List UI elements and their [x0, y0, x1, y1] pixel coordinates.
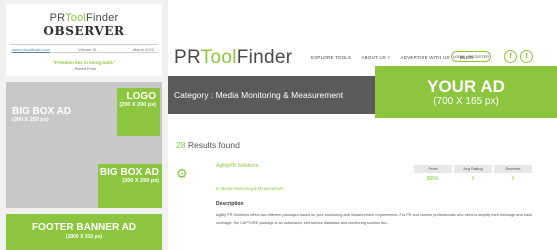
- newsletter-quote: "Freedom lies in being bold.": [52, 60, 116, 65]
- newsletter-logo-post: Finder: [86, 12, 119, 24]
- footer-banner-ad-title: FOOTER BANNER AD: [31, 222, 137, 233]
- big-box-ad-2-size: (300 X 250 px): [122, 178, 159, 184]
- category-title: Category : Media Monitoring & Measuremen…: [174, 90, 344, 100]
- company-category: In Media Monitoring & Measurement: [216, 186, 284, 191]
- big-box-ad-1-title: BIG BOX AD: [12, 106, 72, 117]
- facebook-icon[interactable]: f: [504, 50, 517, 63]
- newsletter-volume: Volume 61: [78, 47, 97, 52]
- newsletter-header: PRToolFinder OBSERVER www.prtoolfinder.c…: [6, 4, 162, 76]
- newsletter-ad-area: LOGO (200 X 200 px) BIG BOX AD (300 X 25…: [6, 82, 162, 208]
- your-ad-slot[interactable]: YOUR AD (700 X 165 px): [375, 66, 557, 118]
- big-box-ad-slot-1[interactable]: BIG BOX AD (300 X 250 px): [12, 106, 72, 124]
- tool-icon: ⚙: [176, 166, 188, 181]
- newsletter-logo-accent: Tool: [65, 12, 87, 24]
- big-box-ad-1-size: (300 X 250 px): [12, 117, 49, 123]
- newsletter-meta-bar: www.prtoolfinder.com Volume 61 March 202…: [10, 44, 158, 53]
- stats-value-reviews: 0: [511, 176, 515, 182]
- nav-advertise[interactable]: ADVERTISE WITH US: [401, 55, 450, 60]
- site-logo-pre: PR: [174, 47, 201, 68]
- newsletter-title: OBSERVER: [43, 24, 125, 38]
- nav-about-us[interactable]: ABOUT US ˅: [361, 55, 390, 60]
- website-panel: PRToolFinder EXPLORE TOOLS ABOUT US ˅ AD…: [168, 0, 557, 250]
- category-banner: Category : Media Monitoring & Measuremen…: [168, 76, 375, 114]
- stats-value-rating: 0: [471, 176, 475, 182]
- stats-header-rating: Avg Rating: [454, 165, 492, 173]
- your-ad-title: YOUR AD: [427, 77, 505, 96]
- newsletter-logo-pre: PR: [49, 12, 66, 24]
- stats-header-price: Price: [414, 165, 452, 173]
- newsletter-url-link[interactable]: www.prtoolfinder.com: [12, 47, 50, 52]
- stats-value-price: $950.: [426, 176, 440, 182]
- screenshot-stage: PRToolFinder OBSERVER www.prtoolfinder.c…: [0, 0, 557, 250]
- nav-explore-tools[interactable]: EXPLORE TOOLS: [311, 55, 351, 60]
- stats-header-reviews: Reviews: [494, 165, 532, 173]
- results-label: Results found: [185, 140, 240, 150]
- newsletter-date: March 2022: [132, 47, 154, 52]
- logo-ad-size: (200 X 200 px): [119, 102, 156, 108]
- big-box-ad-2-title: BIG BOX AD: [99, 167, 159, 178]
- twitter-icon[interactable]: t: [520, 50, 533, 63]
- your-ad-size: (700 X 165 px): [433, 96, 499, 107]
- results-count: 28 Results found: [176, 140, 240, 150]
- stats-table: Price Avg Rating Reviews $950. 0 0: [414, 165, 534, 184]
- logo-ad-title: LOGO: [126, 91, 156, 102]
- newsletter-quote-author: - Robert Frost: [72, 67, 96, 71]
- logo-ad-slot[interactable]: LOGO (200 X 200 px): [117, 88, 160, 136]
- login-register-button[interactable]: LOGIN / REGISTER: [451, 51, 491, 62]
- site-logo-accent: Tool: [200, 47, 237, 68]
- footer-banner-ad-size: (1000 X 310 px): [65, 234, 103, 240]
- site-logo[interactable]: PRToolFinder: [174, 47, 292, 69]
- description-text: Agility PR Solutions offers two differen…: [216, 213, 533, 225]
- newsletter-logo: PRToolFinder: [6, 12, 162, 24]
- footer-banner-ad-slot[interactable]: FOOTER BANNER AD (1000 X 310 px): [6, 214, 162, 250]
- big-box-ad-slot-2[interactable]: BIG BOX AD (300 X 250 px): [98, 164, 162, 208]
- company-name-link[interactable]: AgilityPR Solutions: [216, 163, 258, 169]
- site-logo-post: Finder: [236, 47, 293, 68]
- newsletter-panel: PRToolFinder OBSERVER www.prtoolfinder.c…: [0, 0, 168, 250]
- description-heading: Description: [216, 201, 244, 207]
